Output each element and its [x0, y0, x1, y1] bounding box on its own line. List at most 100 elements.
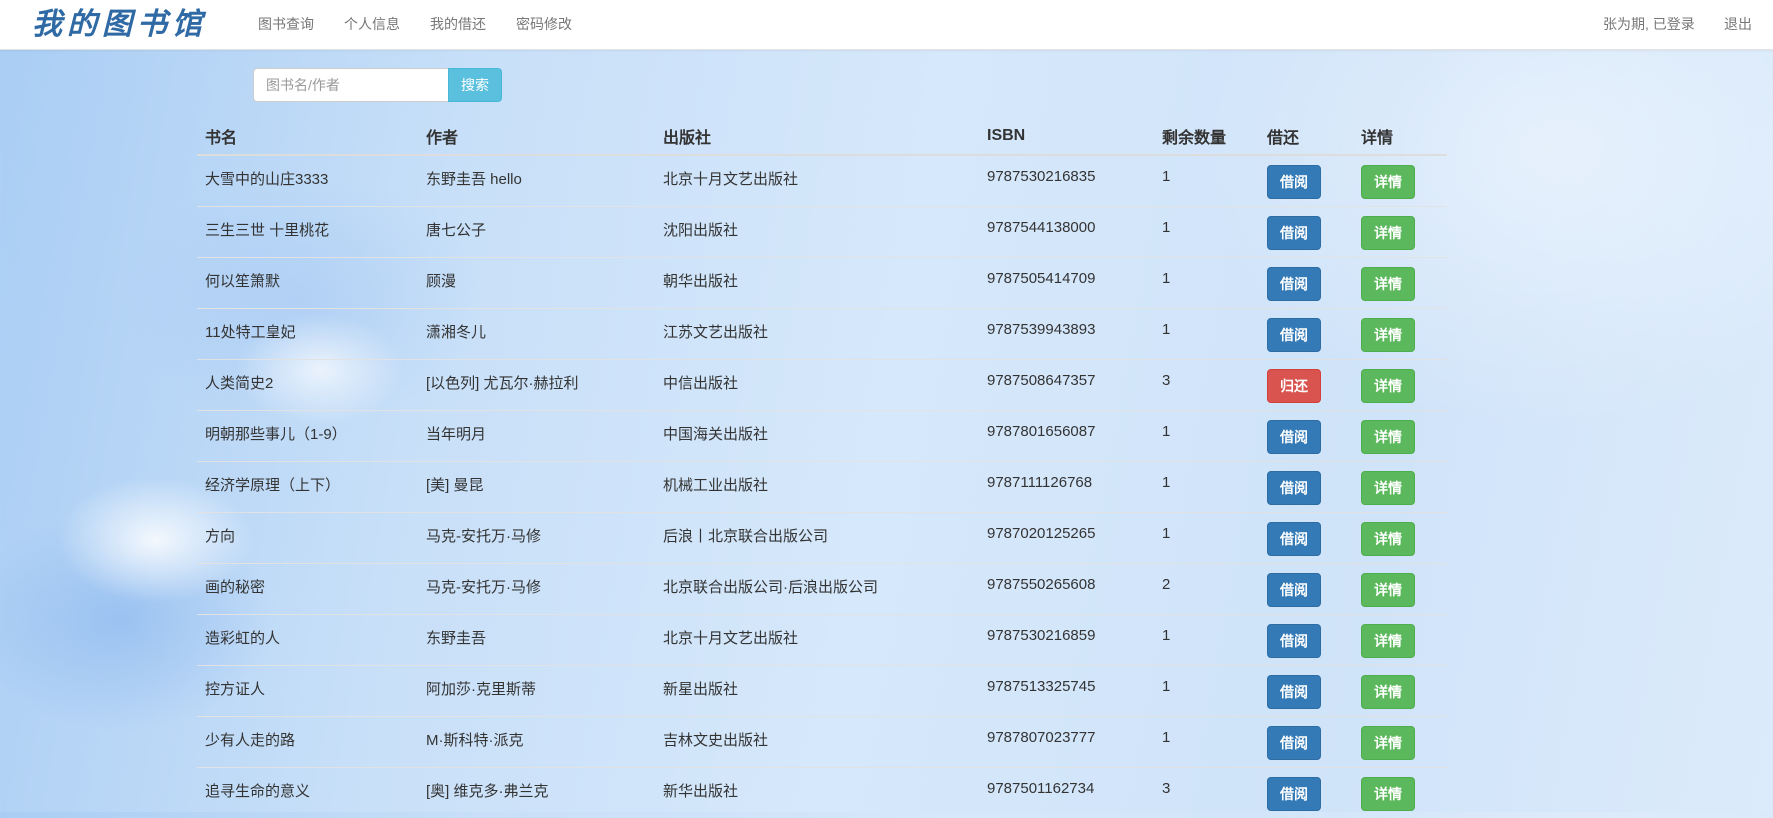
- table-row: 三生三世 十里桃花唐七公子沈阳出版社97875441380001借阅详情: [197, 207, 1447, 258]
- detail-button[interactable]: 详情: [1361, 624, 1415, 658]
- detail-button[interactable]: 详情: [1361, 216, 1415, 250]
- borrow-button[interactable]: 借阅: [1267, 165, 1321, 199]
- detail-button[interactable]: 详情: [1361, 675, 1415, 709]
- nav-change-password[interactable]: 密码修改: [516, 0, 572, 49]
- search-button[interactable]: 搜索: [448, 68, 502, 102]
- table-row: 方向马克-安托万·马修后浪丨北京联合出版公司97870201252651借阅详情: [197, 513, 1447, 564]
- detail-button[interactable]: 详情: [1361, 573, 1415, 607]
- book-isbn: 9787539943893: [979, 309, 1154, 360]
- borrow-button[interactable]: 借阅: [1267, 471, 1321, 505]
- top-navbar: 我的图书馆 图书查询 个人信息 我的借还 密码修改 张为期, 已登录 退出: [0, 0, 1773, 50]
- book-publisher: 新星出版社: [655, 666, 979, 717]
- borrow-button[interactable]: 借阅: [1267, 267, 1321, 301]
- table-row: 人类简史2[以色列] 尤瓦尔·赫拉利中信出版社97875086473573归还详…: [197, 360, 1447, 411]
- detail-button[interactable]: 详情: [1361, 471, 1415, 505]
- nav-personal-info[interactable]: 个人信息: [344, 0, 400, 49]
- borrow-button[interactable]: 借阅: [1267, 726, 1321, 760]
- brand-logo[interactable]: 我的图书馆: [32, 2, 207, 47]
- book-publisher: 朝华出版社: [655, 258, 979, 309]
- book-publisher: 北京联合出版公司·后浪出版公司: [655, 564, 979, 615]
- book-isbn: 9787508647357: [979, 360, 1154, 411]
- table-row: 何以笙箫默顾漫朝华出版社97875054147091借阅详情: [197, 258, 1447, 309]
- book-author: 唐七公子: [418, 207, 655, 258]
- borrow-button[interactable]: 借阅: [1267, 624, 1321, 658]
- table-row: 追寻生命的意义[奥] 维克多·弗兰克新华出版社97875011627343借阅详…: [197, 768, 1447, 818]
- borrow-return-cell: 归还: [1259, 360, 1353, 411]
- table-row: 控方证人阿加莎·克里斯蒂新星出版社97875133257451借阅详情: [197, 666, 1447, 717]
- borrow-return-cell: 借阅: [1259, 717, 1353, 768]
- book-publisher: 新华出版社: [655, 768, 979, 818]
- book-author: 潇湘冬儿: [418, 309, 655, 360]
- detail-cell: 详情: [1353, 411, 1447, 462]
- nav-my-borrowings[interactable]: 我的借还: [430, 0, 486, 49]
- book-title: 画的秘密: [197, 564, 418, 615]
- header-remaining: 剩余数量: [1154, 118, 1259, 155]
- borrow-return-cell: 借阅: [1259, 513, 1353, 564]
- book-isbn: 9787111126768: [979, 462, 1154, 513]
- borrow-button[interactable]: 借阅: [1267, 318, 1321, 352]
- borrow-return-cell: 借阅: [1259, 155, 1353, 207]
- header-title: 书名: [197, 118, 418, 155]
- detail-button[interactable]: 详情: [1361, 726, 1415, 760]
- borrow-return-cell: 借阅: [1259, 666, 1353, 717]
- detail-cell: 详情: [1353, 513, 1447, 564]
- table-row: 明朝那些事儿（1-9）当年明月中国海关出版社97878016560871借阅详情: [197, 411, 1447, 462]
- detail-button[interactable]: 详情: [1361, 777, 1415, 811]
- detail-cell: 详情: [1353, 666, 1447, 717]
- borrow-return-cell: 借阅: [1259, 258, 1353, 309]
- book-isbn: 9787550265608: [979, 564, 1154, 615]
- book-publisher: 北京十月文艺出版社: [655, 615, 979, 666]
- borrow-button[interactable]: 借阅: [1267, 777, 1321, 811]
- book-title: 经济学原理（上下）: [197, 462, 418, 513]
- header-detail: 详情: [1353, 118, 1447, 155]
- book-isbn: 9787501162734: [979, 768, 1154, 818]
- book-author: [美] 曼昆: [418, 462, 655, 513]
- nav-book-search[interactable]: 图书查询: [258, 0, 314, 49]
- detail-cell: 详情: [1353, 717, 1447, 768]
- table-row: 画的秘密马克-安托万·马修北京联合出版公司·后浪出版公司978755026560…: [197, 564, 1447, 615]
- borrow-button[interactable]: 借阅: [1267, 675, 1321, 709]
- logout-link[interactable]: 退出: [1724, 0, 1752, 49]
- book-isbn: 9787530216835: [979, 155, 1154, 207]
- borrow-button[interactable]: 借阅: [1267, 522, 1321, 556]
- header-publisher: 出版社: [655, 118, 979, 155]
- book-remaining: 2: [1154, 564, 1259, 615]
- book-author: 东野圭吾 hello: [418, 155, 655, 207]
- book-publisher: 江苏文艺出版社: [655, 309, 979, 360]
- return-button[interactable]: 归还: [1267, 369, 1321, 403]
- detail-button[interactable]: 详情: [1361, 318, 1415, 352]
- book-author: 马克-安托万·马修: [418, 513, 655, 564]
- book-title: 人类简史2: [197, 360, 418, 411]
- book-remaining: 1: [1154, 615, 1259, 666]
- book-remaining: 1: [1154, 155, 1259, 207]
- book-isbn: 9787530216859: [979, 615, 1154, 666]
- book-title: 何以笙箫默: [197, 258, 418, 309]
- book-author: [以色列] 尤瓦尔·赫拉利: [418, 360, 655, 411]
- book-remaining: 1: [1154, 309, 1259, 360]
- detail-button[interactable]: 详情: [1361, 267, 1415, 301]
- book-isbn: 9787020125265: [979, 513, 1154, 564]
- book-title: 控方证人: [197, 666, 418, 717]
- borrow-button[interactable]: 借阅: [1267, 216, 1321, 250]
- detail-button[interactable]: 详情: [1361, 420, 1415, 454]
- book-title: 11处特工皇妃: [197, 309, 418, 360]
- table-row: 少有人走的路M·斯科特·派克吉林文史出版社97878070237771借阅详情: [197, 717, 1447, 768]
- book-author: [奥] 维克多·弗兰克: [418, 768, 655, 818]
- book-publisher: 中国海关出版社: [655, 411, 979, 462]
- borrow-return-cell: 借阅: [1259, 615, 1353, 666]
- book-publisher: 后浪丨北京联合出版公司: [655, 513, 979, 564]
- book-remaining: 1: [1154, 411, 1259, 462]
- table-row: 大雪中的山庄3333东野圭吾 hello北京十月文艺出版社97875302168…: [197, 155, 1447, 207]
- borrow-button[interactable]: 借阅: [1267, 573, 1321, 607]
- borrow-button[interactable]: 借阅: [1267, 420, 1321, 454]
- detail-button[interactable]: 详情: [1361, 165, 1415, 199]
- book-isbn: 9787544138000: [979, 207, 1154, 258]
- book-title: 大雪中的山庄3333: [197, 155, 418, 207]
- detail-button[interactable]: 详情: [1361, 522, 1415, 556]
- book-author: 马克-安托万·马修: [418, 564, 655, 615]
- book-isbn: 9787505414709: [979, 258, 1154, 309]
- detail-button[interactable]: 详情: [1361, 369, 1415, 403]
- books-table: 书名 作者 出版社 ISBN 剩余数量 借还 详情 大雪中的山庄3333东野圭吾…: [197, 118, 1447, 818]
- search-input[interactable]: [253, 68, 449, 102]
- book-remaining: 1: [1154, 462, 1259, 513]
